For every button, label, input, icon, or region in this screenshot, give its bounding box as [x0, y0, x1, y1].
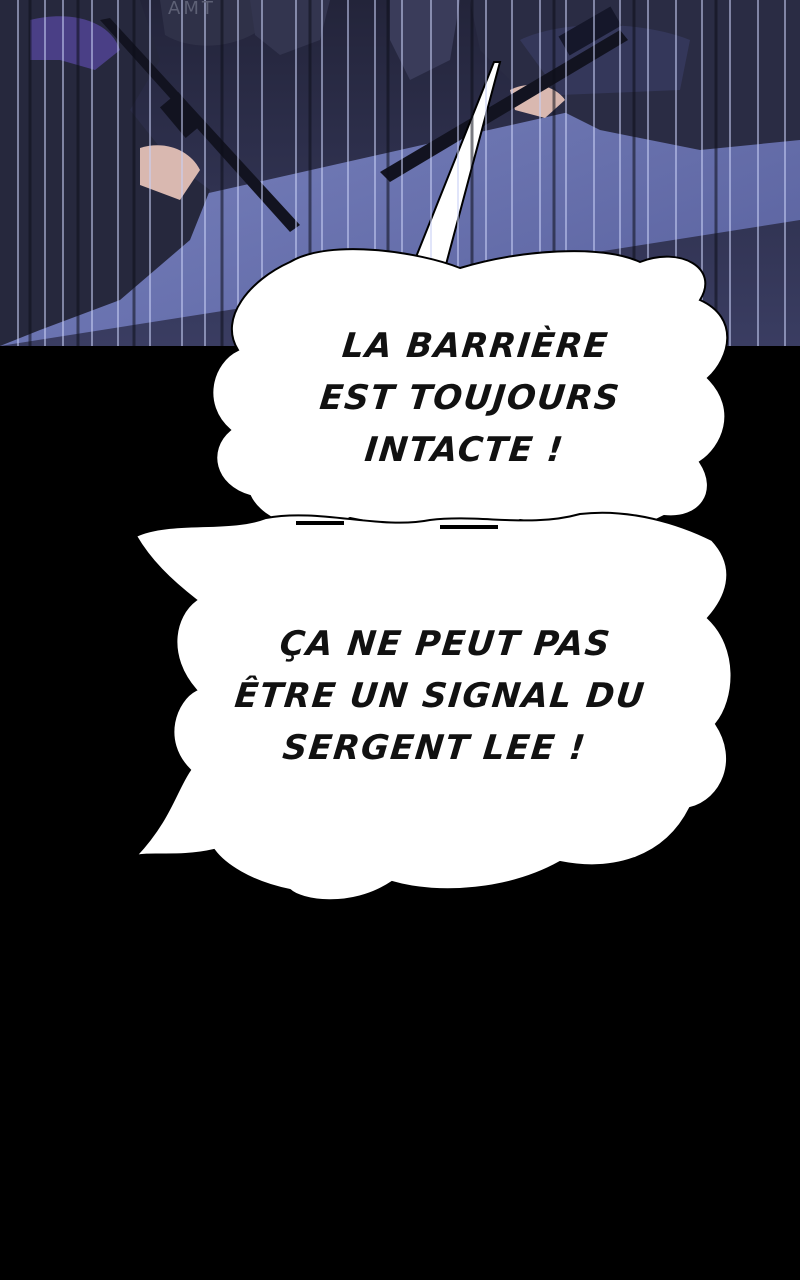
speech-line: INTACTE ! — [362, 430, 567, 470]
speech-line: EST TOUJOURS — [317, 378, 623, 418]
speech-line: ÇA NE PEUT PAS — [277, 624, 614, 664]
speech-line: SERGENT LEE ! — [280, 728, 589, 768]
speech-line: LA BARRIÈRE — [340, 326, 611, 366]
speech-line: ÊTRE UN SIGNAL DU — [232, 676, 648, 716]
comic-page: AMT LA BARRIÈRE EST TOUJOURS INTACTE ! Ç… — [0, 0, 800, 1280]
speech-balloon-2-text: ÇA NE PEUT PAS ÊTRE UN SIGNAL DU SERGENT… — [202, 618, 678, 774]
speech-balloon-1-text: LA BARRIÈRE EST TOUJOURS INTACTE ! — [282, 320, 658, 476]
